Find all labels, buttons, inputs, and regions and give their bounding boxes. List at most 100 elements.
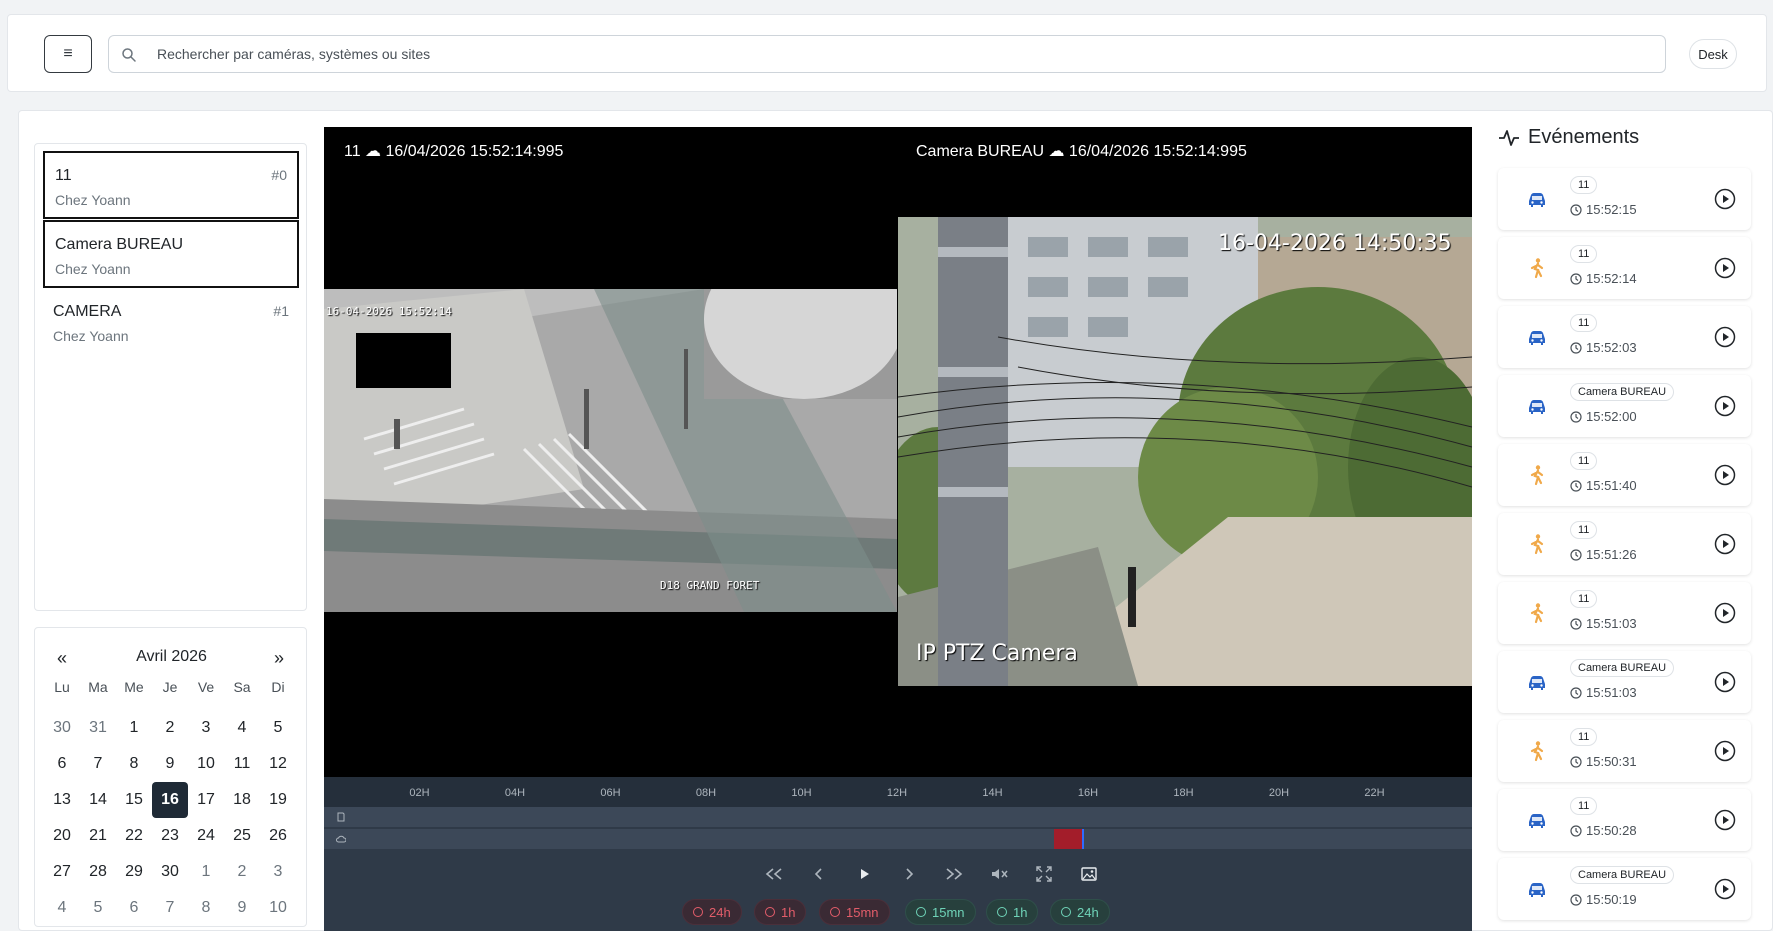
play-circle-icon[interactable] xyxy=(1714,533,1736,555)
calendar-day[interactable]: 24 xyxy=(188,818,224,854)
calendar-day[interactable]: 9 xyxy=(152,746,188,782)
calendar-day[interactable]: 14 xyxy=(80,782,116,818)
jump-forward-15mn-button[interactable]: 15mn xyxy=(905,899,976,925)
jump-back-1h-button[interactable]: 1h xyxy=(754,899,807,925)
calendar-day[interactable]: 11 xyxy=(224,746,260,782)
calendar-day[interactable]: 19 xyxy=(260,782,296,818)
event-card[interactable]: 11 15:52:15 xyxy=(1498,168,1751,230)
event-card[interactable]: Camera BUREAU 15:50:19 xyxy=(1498,858,1751,920)
play-circle-icon[interactable] xyxy=(1714,878,1736,900)
jump-forward-24h-button[interactable]: 24h xyxy=(1050,899,1110,925)
calendar-day[interactable]: 9 xyxy=(224,890,260,926)
jump-forward-1h-button[interactable]: 1h xyxy=(986,899,1039,925)
play-circle-icon[interactable] xyxy=(1714,740,1736,762)
previous-button[interactable] xyxy=(807,862,831,886)
event-card[interactable]: 11 15:51:03 xyxy=(1498,582,1751,644)
search-input[interactable] xyxy=(157,36,1637,72)
calendar-day[interactable]: 7 xyxy=(80,746,116,782)
menu-button[interactable]: ≡ xyxy=(44,35,92,73)
calendar-day[interactable]: 29 xyxy=(116,854,152,890)
mute-button[interactable] xyxy=(987,862,1011,886)
calendar-day[interactable]: 7 xyxy=(152,890,188,926)
calendar-day[interactable]: 3 xyxy=(188,710,224,746)
search-box[interactable] xyxy=(108,35,1666,73)
timeline-hour-label: 06H xyxy=(600,787,621,799)
jump-back-15mn-button[interactable]: 15mn xyxy=(819,899,890,925)
calendar-day-selected[interactable]: 16 xyxy=(152,782,188,818)
snapshot-button[interactable] xyxy=(1077,862,1101,886)
event-card[interactable]: 11 15:51:26 xyxy=(1498,513,1751,575)
calendar-day[interactable]: 22 xyxy=(116,818,152,854)
event-card[interactable]: 11 15:50:28 xyxy=(1498,789,1751,851)
event-time-value: 15:51:40 xyxy=(1586,478,1637,493)
calendar-day[interactable]: 18 xyxy=(224,782,260,818)
calendar-day[interactable]: 2 xyxy=(152,710,188,746)
desk-button[interactable]: Desk xyxy=(1689,39,1737,69)
calendar-day[interactable]: 8 xyxy=(116,746,152,782)
event-card[interactable]: Camera BUREAU 15:51:03 xyxy=(1498,651,1751,713)
video-viewer[interactable]: 11 ☁ 16/04/2026 15:52:14:995 Camera BURE… xyxy=(324,127,1472,777)
activity-icon xyxy=(1499,129,1519,146)
calendar-day[interactable]: 6 xyxy=(44,746,80,782)
camera-item-11[interactable]: 11 Chez Yoann #0 xyxy=(43,151,299,219)
play-button[interactable] xyxy=(852,862,876,886)
calendar-day[interactable]: 23 xyxy=(152,818,188,854)
calendar-day[interactable]: 5 xyxy=(80,890,116,926)
recording-segment[interactable] xyxy=(1054,829,1084,849)
event-card[interactable]: 11 15:51:40 xyxy=(1498,444,1751,506)
calendar-next-button[interactable]: » xyxy=(274,648,284,669)
calendar-day[interactable]: 20 xyxy=(44,818,80,854)
fast-forward-button[interactable] xyxy=(942,862,966,886)
event-card[interactable]: 11 15:52:14 xyxy=(1498,237,1751,299)
calendar-day[interactable]: 27 xyxy=(44,854,80,890)
car-icon xyxy=(1526,878,1548,900)
calendar-day[interactable]: 8 xyxy=(188,890,224,926)
calendar-day[interactable]: 2 xyxy=(224,854,260,890)
play-circle-icon[interactable] xyxy=(1714,395,1736,417)
calendar-day[interactable]: 30 xyxy=(152,854,188,890)
camera-feed-11[interactable]: 16-04-2026 15:52:14 D18 GRAND FORET xyxy=(324,289,897,612)
play-circle-icon[interactable] xyxy=(1714,464,1736,486)
calendar-day[interactable]: 30 xyxy=(44,710,80,746)
clock-icon xyxy=(1570,893,1582,906)
calendar-day[interactable]: 4 xyxy=(224,710,260,746)
calendar-day[interactable]: 13 xyxy=(44,782,80,818)
timeline-track-local[interactable] xyxy=(324,807,1472,827)
calendar-day[interactable]: 1 xyxy=(188,854,224,890)
calendar-day[interactable]: 10 xyxy=(260,890,296,926)
play-circle-icon[interactable] xyxy=(1714,809,1736,831)
calendar-day[interactable]: 26 xyxy=(260,818,296,854)
calendar-day[interactable]: 28 xyxy=(80,854,116,890)
jump-back-24h-button[interactable]: 24h xyxy=(682,899,742,925)
calendar-day[interactable]: 6 xyxy=(116,890,152,926)
camera-item-camera-bureau[interactable]: Camera BUREAU Chez Yoann xyxy=(43,220,299,288)
calendar-day[interactable]: 4 xyxy=(44,890,80,926)
calendar-day[interactable]: 1 xyxy=(116,710,152,746)
timeline-track-cloud[interactable] xyxy=(324,829,1472,849)
playhead-cursor[interactable] xyxy=(1082,829,1084,849)
next-button[interactable] xyxy=(897,862,921,886)
play-circle-icon[interactable] xyxy=(1714,602,1736,624)
calendar-day[interactable]: 17 xyxy=(188,782,224,818)
play-circle-icon[interactable] xyxy=(1714,326,1736,348)
calendar-day[interactable]: 5 xyxy=(260,710,296,746)
play-circle-icon[interactable] xyxy=(1714,188,1736,210)
rewind-button[interactable] xyxy=(762,862,786,886)
event-card[interactable]: 11 15:52:03 xyxy=(1498,306,1751,368)
timeline-hours[interactable]: 02H 04H 06H 08H 10H 12H 14H 16H 18H 20H 22H xyxy=(324,777,1472,807)
calendar-day[interactable]: 21 xyxy=(80,818,116,854)
event-card[interactable]: Camera BUREAU 15:52:00 xyxy=(1498,375,1751,437)
camera-item-camera[interactable]: CAMERA Chez Yoann #1 xyxy=(43,289,299,357)
calendar-day[interactable]: 25 xyxy=(224,818,260,854)
camera-feed-bureau[interactable]: 16-04-2026 14:50:35 IP PTZ Camera xyxy=(898,217,1472,686)
calendar-day[interactable]: 10 xyxy=(188,746,224,782)
calendar-day[interactable]: 12 xyxy=(260,746,296,782)
event-card[interactable]: 11 15:50:31 xyxy=(1498,720,1751,782)
calendar-day[interactable]: 31 xyxy=(80,710,116,746)
weekday-label: Lu xyxy=(54,679,70,695)
fullscreen-button[interactable] xyxy=(1032,862,1056,886)
calendar-day[interactable]: 3 xyxy=(260,854,296,890)
calendar-day[interactable]: 15 xyxy=(116,782,152,818)
play-circle-icon[interactable] xyxy=(1714,257,1736,279)
play-circle-icon[interactable] xyxy=(1714,671,1736,693)
